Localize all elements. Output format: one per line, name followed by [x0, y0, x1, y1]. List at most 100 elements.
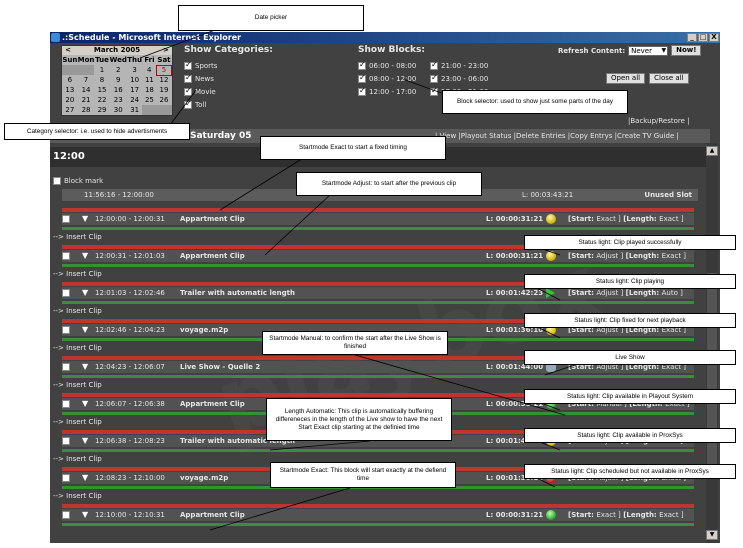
insert-clip-link[interactable]: --> Insert Clip: [53, 380, 102, 390]
start-mode-value[interactable]: Exact ]: [596, 215, 620, 223]
start-mode-value[interactable]: Exact ]: [596, 511, 620, 519]
minimize-icon[interactable]: _: [687, 33, 697, 42]
clip-row[interactable]: ▼ 12:00:31 - 12:01:03 Appartment Clip L: 00…: [62, 250, 694, 262]
close-all-button[interactable]: Close all: [649, 73, 689, 84]
calendar-day[interactable]: 21: [78, 95, 95, 105]
block-option[interactable]: 06:00 - 08:00: [358, 59, 430, 72]
block-checkbox[interactable]: [430, 73, 438, 83]
expand-triangle-icon[interactable]: ▼: [82, 250, 88, 262]
length-mode-value[interactable]: Exact ]: [659, 215, 683, 223]
block-mark-checkbox[interactable]: [53, 177, 61, 185]
block-checkbox[interactable]: [430, 86, 438, 96]
scroll-down-icon[interactable]: ▼: [706, 530, 718, 540]
expand-triangle-icon[interactable]: ▼: [82, 509, 88, 521]
expand-triangle-icon[interactable]: ▼: [82, 287, 88, 299]
calendar-day[interactable]: 18: [142, 85, 156, 95]
insert-clip-link[interactable]: --> Insert Clip: [53, 232, 102, 242]
refresh-select[interactable]: Never: [628, 45, 669, 56]
clip-checkbox[interactable]: [62, 289, 70, 297]
day-links[interactable]: | View |Playout Status |Delete Entries |…: [435, 129, 679, 143]
calendar-day[interactable]: 28: [78, 105, 95, 115]
clip-checkbox[interactable]: [62, 215, 70, 223]
expand-triangle-icon[interactable]: ▼: [82, 324, 88, 336]
calendar-day[interactable]: 13: [62, 85, 78, 95]
block-mark[interactable]: Block mark: [53, 177, 103, 185]
calendar-day[interactable]: 2: [110, 65, 127, 75]
calendar-day[interactable]: 27: [62, 105, 78, 115]
category-checkbox[interactable]: [184, 86, 192, 96]
clip-modes[interactable]: [Start: Exact ] [Length: Exact ]: [568, 213, 684, 225]
clip-checkbox[interactable]: [62, 474, 70, 482]
calendar-day[interactable]: 14: [78, 85, 95, 95]
calendar-day[interactable]: 25: [142, 95, 156, 105]
insert-clip-link[interactable]: --> Insert Clip: [53, 417, 102, 427]
category-sports[interactable]: Sports: [184, 59, 273, 72]
expand-triangle-icon[interactable]: ▼: [82, 435, 88, 447]
calendar-day[interactable]: 17: [127, 85, 143, 95]
block-option[interactable]: 08:00 - 12:00: [358, 72, 430, 85]
length-mode-value[interactable]: Auto ]: [662, 289, 683, 297]
insert-clip-link[interactable]: --> Insert Clip: [53, 343, 102, 353]
category-checkbox[interactable]: [184, 99, 192, 109]
calendar-day[interactable]: 6: [62, 75, 78, 85]
calendar-day[interactable]: 19: [156, 85, 171, 95]
close-icon[interactable]: X: [709, 33, 719, 42]
clip-row[interactable]: ▼ 12:00:00 - 12:00:31 Appartment Clip L: 00…: [62, 213, 694, 225]
length-mode-value[interactable]: Exact ]: [662, 252, 686, 260]
calendar-day[interactable]: 9: [110, 75, 127, 85]
insert-clip-link[interactable]: --> Insert Clip: [53, 491, 102, 501]
insert-clip-link[interactable]: --> Insert Clip: [53, 269, 102, 279]
expand-triangle-icon[interactable]: ▼: [82, 361, 88, 373]
insert-clip-link[interactable]: --> Insert Clip: [53, 454, 102, 464]
date-picker[interactable]: < March 2005 > Sun Mon Tue Wed Thu Fri Sat 123…: [61, 45, 173, 116]
clip-modes[interactable]: [Start: Adjust ] [Length: Exact ]: [568, 250, 686, 262]
clip-checkbox[interactable]: [62, 511, 70, 519]
category-checkbox[interactable]: [184, 60, 192, 70]
backup-restore-link[interactable]: |Backup/Restore |: [628, 117, 690, 125]
clip-checkbox[interactable]: [62, 400, 70, 408]
expand-triangle-icon[interactable]: ▼: [82, 472, 88, 484]
clip-modes[interactable]: [Start: Exact ] [Length: Exact ]: [568, 509, 684, 521]
block-checkbox[interactable]: [358, 60, 366, 70]
calendar-day[interactable]: 8: [94, 75, 109, 85]
next-month-button[interactable]: >: [162, 46, 170, 55]
maximize-icon[interactable]: □: [698, 33, 708, 42]
block-checkbox[interactable]: [358, 73, 366, 83]
block-option[interactable]: 23:00 - 06:00: [430, 72, 502, 85]
open-all-button[interactable]: Open all: [606, 73, 646, 84]
clip-checkbox[interactable]: [62, 326, 70, 334]
calendar-day[interactable]: 15: [94, 85, 109, 95]
prev-month-button[interactable]: <: [64, 46, 72, 55]
category-toll[interactable]: Toll: [184, 98, 273, 111]
calendar-day[interactable]: 12: [156, 75, 171, 85]
scroll-up-icon[interactable]: ▲: [706, 146, 718, 156]
calendar-day[interactable]: 16: [110, 85, 127, 95]
clip-checkbox[interactable]: [62, 363, 70, 371]
calendar-day[interactable]: 20: [62, 95, 78, 105]
calendar-day[interactable]: 3: [127, 65, 143, 75]
calendar-day[interactable]: 22: [94, 95, 109, 105]
block-checkbox[interactable]: [430, 60, 438, 70]
clip-row[interactable]: ▼ 12:10:00 - 12:10:31 Appartment Clip L: 00…: [62, 509, 694, 521]
block-option[interactable]: 12:00 - 17:00: [358, 85, 430, 98]
calendar-day[interactable]: 31: [127, 105, 143, 115]
calendar-day[interactable]: 30: [110, 105, 127, 115]
calendar-day[interactable]: 23: [110, 95, 127, 105]
calendar-day[interactable]: 5: [155, 64, 173, 76]
category-news[interactable]: News: [184, 72, 273, 85]
expand-triangle-icon[interactable]: ▼: [82, 398, 88, 410]
clip-checkbox[interactable]: [62, 252, 70, 260]
calendar-day[interactable]: 26: [156, 95, 171, 105]
refresh-now-button[interactable]: Now!: [671, 45, 702, 56]
calendar-day[interactable]: 24: [127, 95, 143, 105]
block-option[interactable]: 21:00 - 23:00: [430, 59, 502, 72]
scroll-thumb[interactable]: [707, 273, 717, 473]
expand-triangle-icon[interactable]: ▼: [82, 213, 88, 225]
category-checkbox[interactable]: [184, 73, 192, 83]
clip-checkbox[interactable]: [62, 437, 70, 445]
length-mode-value[interactable]: Exact ]: [659, 511, 683, 519]
calendar-day[interactable]: 29: [94, 105, 109, 115]
calendar-day[interactable]: 11: [142, 75, 156, 85]
calendar-day[interactable]: 10: [127, 75, 143, 85]
scrollbar[interactable]: ▲ ▼: [706, 143, 718, 543]
